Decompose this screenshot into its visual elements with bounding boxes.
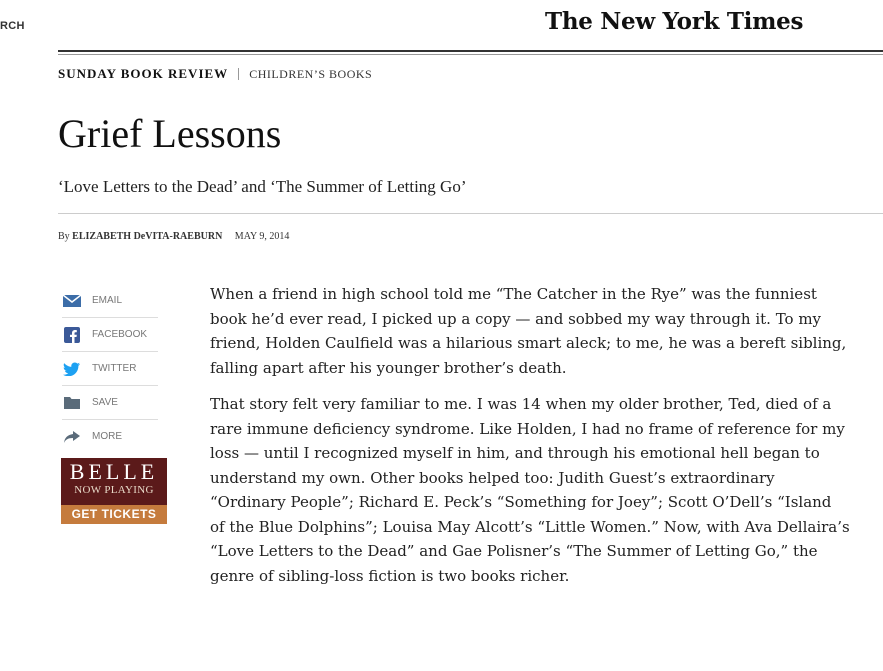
share-email-button[interactable]: EMAIL xyxy=(62,284,158,318)
facebook-icon xyxy=(62,326,82,343)
kicker: SUNDAY BOOK REVIEW CHILDREN’S BOOKS xyxy=(58,66,372,82)
section-link[interactable]: SUNDAY BOOK REVIEW xyxy=(58,66,228,82)
share-label: SAVE xyxy=(92,397,118,408)
share-label: TWITTER xyxy=(92,363,137,374)
share-twitter-button[interactable]: TWITTER xyxy=(62,352,158,386)
share-arrow-icon xyxy=(62,429,82,445)
byline-prefix: By xyxy=(58,231,70,242)
ad-subtitle: NOW PLAYING xyxy=(74,484,154,496)
article-dek: ‘Love Letters to the Dead’ and ‘The Summ… xyxy=(58,177,467,196)
nyt-masthead-logo[interactable]: The New York Times xyxy=(545,8,803,35)
save-icon xyxy=(62,395,82,411)
share-tools: EMAIL FACEBOOK TWITTER SAVE MORE xyxy=(62,284,158,453)
belle-ad-banner[interactable]: BELLE NOW PLAYING GET TICKETS xyxy=(61,458,167,524)
header-rule-thin xyxy=(58,54,883,55)
share-label: MORE xyxy=(92,431,122,442)
author-name[interactable]: ELIZABETH DeVITA-RAEBURN xyxy=(72,231,222,242)
share-label: EMAIL xyxy=(92,295,123,306)
top-bar: RCH The New York Times xyxy=(0,0,883,46)
share-facebook-button[interactable]: FACEBOOK xyxy=(62,318,158,352)
ad-title: BELLE xyxy=(69,459,159,484)
article-paragraph: When a friend in high school told me “Th… xyxy=(210,285,847,377)
twitter-icon xyxy=(62,361,82,377)
search-label[interactable]: RCH xyxy=(0,20,25,32)
article-body: When a friend in high school told me “Th… xyxy=(210,282,850,600)
article-headline: Grief Lessons xyxy=(58,111,282,156)
get-tickets-button[interactable]: GET TICKETS xyxy=(61,505,167,524)
share-label: FACEBOOK xyxy=(92,329,148,340)
headline-rule xyxy=(58,213,883,214)
kicker-divider xyxy=(238,68,240,80)
byline: By ELIZABETH DeVITA-RAEBURN MAY 9, 2014 xyxy=(58,231,289,242)
publish-date: MAY 9, 2014 xyxy=(234,231,290,242)
save-article-button[interactable]: SAVE xyxy=(62,386,158,420)
article-paragraph: That story felt very familiar to me. I w… xyxy=(210,395,850,585)
envelope-icon xyxy=(62,293,82,309)
share-more-button[interactable]: MORE xyxy=(62,420,158,453)
subsection-link[interactable]: CHILDREN’S BOOKS xyxy=(249,67,372,82)
header-rule xyxy=(58,50,883,52)
